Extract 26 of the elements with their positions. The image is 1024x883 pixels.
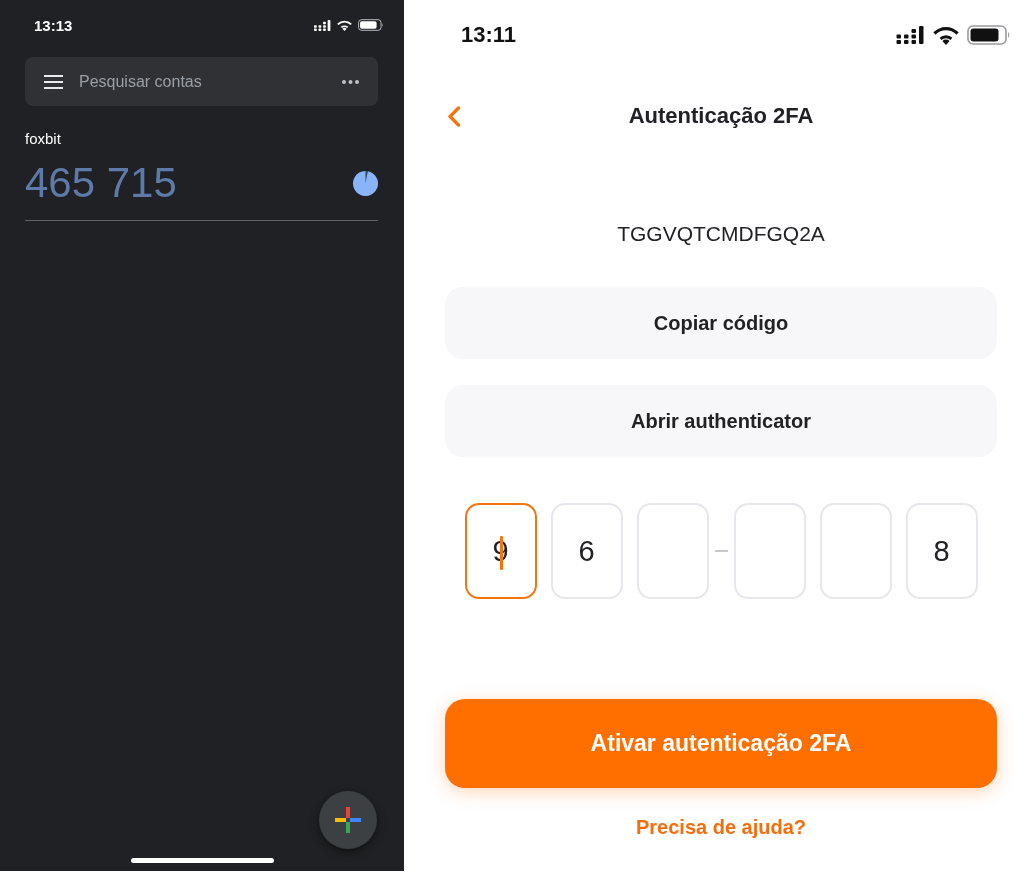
menu-icon[interactable] <box>44 74 63 89</box>
signal-icon <box>314 19 331 31</box>
wifi-icon <box>933 25 959 45</box>
secondary-button[interactable]: Copiar código <box>445 287 997 359</box>
secondary-button[interactable]: Abrir authenticator <box>445 385 997 457</box>
more-options-icon[interactable] <box>342 79 359 84</box>
code-digit-field[interactable] <box>733 503 806 599</box>
one-time-code[interactable]: 465 715 <box>25 159 177 207</box>
page-title: Autenticação 2FA <box>628 103 814 129</box>
code-digit-field[interactable]: 8 <box>905 503 978 599</box>
code-digit-field[interactable] <box>819 503 892 599</box>
plus-icon <box>335 807 361 833</box>
chevron-left-icon <box>447 105 461 127</box>
back-button[interactable] <box>447 105 461 127</box>
signal-icon <box>896 26 925 44</box>
search-field[interactable]: Pesquisar contas <box>79 68 326 95</box>
status-time: 13:11 <box>461 22 517 48</box>
code-digit-field[interactable] <box>636 503 709 599</box>
status-time: 13:13 <box>34 16 73 34</box>
battery-icon <box>967 25 1011 45</box>
search-bar[interactable]: Pesquisar contas <box>25 57 378 106</box>
code-digit-field[interactable]: 6 <box>550 503 623 599</box>
secret-key: TGGVQTCMDFGQ2A <box>617 222 825 246</box>
account-name: foxbit <box>25 129 61 149</box>
wifi-icon <box>337 19 352 31</box>
battery-icon <box>358 19 384 31</box>
